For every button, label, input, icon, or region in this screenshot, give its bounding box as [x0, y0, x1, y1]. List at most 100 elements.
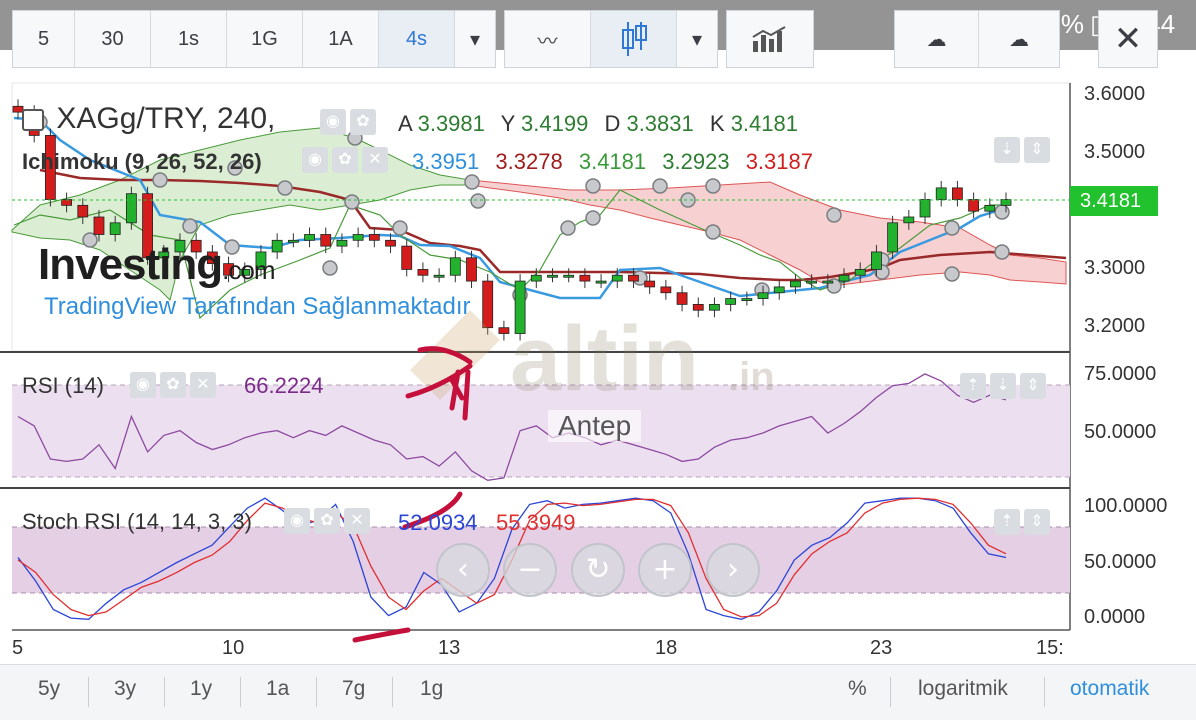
range-5y[interactable]: 5y	[38, 677, 60, 701]
auto-toggle[interactable]: otomatik	[1070, 677, 1149, 701]
rsi-label: RSI (14)	[22, 373, 104, 398]
watermark-city: Antep	[548, 410, 642, 442]
senkou-b-value: 3.3187	[745, 149, 813, 174]
log-toggle[interactable]: logaritmik	[918, 677, 1008, 701]
close-icon[interactable]: ✕	[190, 372, 216, 399]
symbol-icon	[22, 109, 44, 132]
senkou-a-value: 3.2923	[662, 149, 730, 174]
eye-icon[interactable]: ◉	[320, 109, 346, 136]
candle	[968, 199, 980, 212]
candle	[547, 274, 558, 278]
candle	[498, 327, 510, 334]
expand-icon[interactable]: ⇕	[1020, 373, 1046, 400]
ichimoku-settings: ◉ ✿ ✕	[302, 146, 392, 174]
time-tick: 15:	[1036, 637, 1064, 659]
scroll-left-icon[interactable]: ‹	[436, 543, 490, 597]
candle	[417, 269, 429, 276]
candle	[320, 234, 332, 247]
candle	[757, 292, 769, 299]
candle	[482, 280, 494, 329]
watermark-site: altin	[510, 308, 699, 410]
price-tick: 3.6000	[1084, 83, 1146, 105]
move-down-icon[interactable]: ⇣	[990, 373, 1016, 400]
candle	[871, 251, 882, 270]
expand-icon[interactable]: ⇕	[1024, 137, 1050, 164]
candle	[530, 274, 542, 282]
scroll-right-icon[interactable]: ›	[706, 543, 760, 597]
interval-1G[interactable]: 1G	[227, 11, 303, 67]
investing-logo: Investing.com	[38, 240, 276, 290]
zoom-in-icon[interactable]: +	[638, 543, 692, 597]
interval-1s[interactable]: 1s	[151, 11, 227, 67]
gear-icon[interactable]: ✿	[332, 147, 358, 174]
range-1y[interactable]: 1y	[190, 677, 212, 701]
investing-suffix: .com	[222, 255, 275, 285]
eye-icon[interactable]: ◉	[302, 147, 328, 174]
eye-icon[interactable]: ◉	[130, 372, 156, 399]
reset-icon[interactable]: ↻	[571, 543, 625, 597]
rsi-value: 66.2224	[244, 373, 324, 398]
range-bar: 5y 3y 1y 1a 7g 1g % logaritmik otomatik	[0, 664, 1196, 720]
move-up-icon[interactable]: ⇡	[960, 373, 986, 400]
candle	[611, 274, 623, 282]
candle	[725, 298, 737, 305]
indicators-icon[interactable]	[727, 11, 813, 67]
rsi-settings: ◉ ✿ ✕	[130, 371, 220, 399]
time-tick: 10	[222, 637, 245, 659]
interval-30[interactable]: 30	[75, 11, 151, 67]
chart-screen: { "status_bar": { "battery": "59%", "tim…	[0, 0, 1196, 720]
open-label: A	[398, 111, 412, 136]
rsi-tick: 50.0000	[1084, 421, 1157, 443]
close-icon[interactable]: ✕	[1099, 11, 1157, 67]
candle	[854, 269, 866, 276]
candle	[109, 222, 121, 235]
chart-style-group: 〰 ▾	[504, 10, 718, 68]
stoch-tick: 50.0000	[1084, 551, 1157, 573]
candle	[125, 193, 137, 224]
candle	[628, 274, 639, 282]
interval-5[interactable]: 5	[13, 11, 75, 67]
range-7g[interactable]: 7g	[342, 677, 365, 701]
percent-toggle[interactable]: %	[848, 677, 867, 701]
candle	[790, 280, 801, 288]
ichimoku-label: Ichimoku (9, 26, 52, 26)	[22, 149, 262, 174]
interval-4s[interactable]: 4s	[379, 11, 455, 67]
watermark-site-suffix: .in	[728, 355, 775, 399]
cloud-download-icon[interactable]: ☁	[895, 11, 979, 67]
eye-icon[interactable]: ◉	[284, 508, 310, 535]
interval-1A[interactable]: 1A	[303, 11, 379, 67]
zoom-out-icon[interactable]: −	[503, 543, 557, 597]
range-1a[interactable]: 1a	[266, 677, 289, 701]
symbol-legend: XAGg/TRY, 240,	[22, 102, 275, 136]
chart-style-dropdown-icon[interactable]: ▾	[677, 11, 717, 67]
expand-icon[interactable]: ⇕	[1024, 509, 1050, 536]
close-icon[interactable]: ✕	[344, 508, 370, 535]
stoch-settings: ◉ ✿ ✕	[284, 507, 374, 535]
time-tick: 23	[870, 637, 893, 659]
range-3y[interactable]: 3y	[114, 677, 136, 701]
move-down-icon[interactable]: ⇣	[994, 137, 1020, 164]
rsi-pane-controls: ⇡ ⇣ ⇕	[960, 372, 1050, 400]
cloud-upload-icon[interactable]: ☁	[979, 11, 1059, 67]
candle	[903, 216, 915, 224]
ichimoku-values: 3.3951 3.3278 3.4181 3.2923 3.3187	[412, 149, 813, 175]
interval-dropdown-icon[interactable]: ▾	[455, 11, 495, 67]
candle	[741, 298, 753, 301]
gear-icon[interactable]: ✿	[314, 508, 340, 535]
kijun-value: 3.3278	[495, 149, 563, 174]
move-up-icon[interactable]: ⇡	[994, 509, 1020, 536]
gear-icon[interactable]: ✿	[350, 109, 376, 136]
investing-brand: Investing	[38, 240, 223, 289]
range-1g[interactable]: 1g	[420, 677, 443, 701]
candle	[336, 239, 348, 247]
price-tick: 3.2000	[1084, 315, 1146, 337]
candlestick-icon[interactable]	[591, 11, 677, 67]
stoch-pane-controls: ⇡ ⇕	[994, 508, 1054, 536]
stoch-k-value: 52.0934	[398, 510, 478, 535]
candle	[595, 280, 607, 284]
gear-icon[interactable]: ✿	[160, 372, 186, 399]
close-icon[interactable]: ✕	[362, 147, 388, 174]
indicators-group	[726, 10, 814, 68]
candle	[563, 274, 575, 278]
line-chart-icon[interactable]: 〰	[505, 11, 591, 67]
